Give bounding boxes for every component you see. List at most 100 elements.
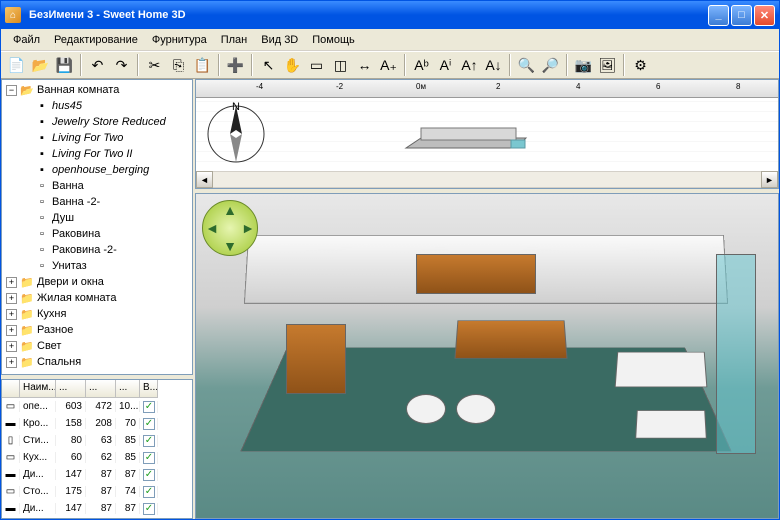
expand-icon[interactable]: + — [6, 325, 17, 336]
table-row[interactable]: ▬Кро...15820870✓ — [2, 415, 192, 432]
view-3d[interactable]: ▲ ◄ ► ▼ — [195, 193, 779, 519]
expand-icon[interactable]: + — [6, 341, 17, 352]
checkbox-icon[interactable]: ✓ — [143, 486, 155, 498]
paste-icon[interactable]: 📋 — [191, 54, 214, 77]
save-icon[interactable]: 💾 — [53, 54, 76, 77]
maximize-button[interactable]: □ — [731, 5, 752, 26]
camera-icon[interactable]: 📷 — [572, 54, 595, 77]
scroll-track[interactable] — [213, 171, 761, 188]
zoom-in-icon[interactable]: 🔍 — [515, 54, 538, 77]
checkbox-icon[interactable]: ✓ — [143, 401, 155, 413]
view-3d-canvas[interactable] — [196, 194, 778, 518]
tree-item[interactable]: ▪Living For Two II — [4, 146, 190, 162]
pointer-icon[interactable]: ↖ — [257, 54, 280, 77]
menu-file[interactable]: Файл — [7, 32, 46, 48]
nav-left-icon[interactable]: ◄ — [203, 219, 221, 237]
wall-icon[interactable]: ▭ — [305, 54, 328, 77]
table-row[interactable]: ▯Сти...806385✓ — [2, 432, 192, 449]
table-row[interactable]: ▬Ди...1478787✓ — [2, 500, 192, 517]
tree-item[interactable]: ▪openhouse_berging — [4, 162, 190, 178]
font-bold-icon[interactable]: Aᵇ — [410, 54, 433, 77]
titlebar[interactable]: ⌂ БезИмени 3 - Sweet Home 3D _ □ ✕ — [1, 1, 779, 29]
tree-category[interactable]: +📁Двери и окна — [4, 274, 190, 290]
col-name[interactable]: Наим... — [20, 380, 56, 398]
table-row[interactable]: ▭опе...60347210...✓ — [2, 398, 192, 415]
tree-item[interactable]: ▫Душ — [4, 210, 190, 226]
minimize-button[interactable]: _ — [708, 5, 729, 26]
menu-edit[interactable]: Редактирование — [48, 32, 144, 48]
tree-category-label: Кухня — [37, 308, 66, 320]
nav-right-icon[interactable]: ► — [239, 219, 257, 237]
tree-category[interactable]: +📁Спальня — [4, 354, 190, 370]
font-increase-icon[interactable]: A↑ — [458, 54, 481, 77]
furniture-tree[interactable]: −📂Ванная комната▪hus45▪Jewelry Store Red… — [1, 79, 193, 375]
tree-item[interactable]: ▪Jewelry Store Reduced — [4, 114, 190, 130]
cell-visible[interactable]: ✓ — [140, 435, 158, 447]
tree-item[interactable]: ▫Раковина — [4, 226, 190, 242]
checkbox-icon[interactable]: ✓ — [143, 418, 155, 430]
plan-view[interactable]: -4 -2 0м 2 4 6 8 N — [195, 79, 779, 189]
cell-visible[interactable]: ✓ — [140, 452, 158, 464]
table-row[interactable]: ▭Сто...1758774✓ — [2, 483, 192, 500]
table-row[interactable]: ▭Кух...606285✓ — [2, 449, 192, 466]
col-vis[interactable]: В... — [140, 380, 158, 398]
expand-icon[interactable]: + — [6, 293, 17, 304]
redo-icon[interactable]: ↷ — [110, 54, 133, 77]
plan-canvas[interactable]: N — [196, 98, 778, 171]
tree-item[interactable]: ▫Унитаз — [4, 258, 190, 274]
expand-icon[interactable]: + — [6, 357, 17, 368]
tree-category[interactable]: +📁Кухня — [4, 306, 190, 322]
text-icon[interactable]: A₊ — [377, 54, 400, 77]
checkbox-icon[interactable]: ✓ — [143, 503, 155, 515]
add-furniture-icon[interactable]: ➕ — [224, 54, 247, 77]
scroll-right-icon[interactable]: ► — [761, 171, 778, 188]
tree-item[interactable]: ▫Раковина -2- — [4, 242, 190, 258]
font-decrease-icon[interactable]: A↓ — [482, 54, 505, 77]
plan-scrollbar[interactable]: ◄ ► — [196, 171, 778, 188]
scroll-left-icon[interactable]: ◄ — [196, 171, 213, 188]
tree-item[interactable]: ▫Ванна — [4, 178, 190, 194]
checkbox-icon[interactable]: ✓ — [143, 435, 155, 447]
menu-help[interactable]: Помощь — [306, 32, 361, 48]
expand-icon[interactable]: + — [6, 277, 17, 288]
checkbox-icon[interactable]: ✓ — [143, 469, 155, 481]
tree-item[interactable]: ▪Living For Two — [4, 130, 190, 146]
col-h[interactable]: ... — [116, 380, 140, 398]
tree-category[interactable]: +📁Разное — [4, 322, 190, 338]
tree-item[interactable]: ▫Ванна -2- — [4, 194, 190, 210]
nav-down-icon[interactable]: ▼ — [221, 237, 239, 255]
tree-category[interactable]: +📁Свет — [4, 338, 190, 354]
cell-visible[interactable]: ✓ — [140, 401, 158, 413]
pan-icon[interactable]: ✋ — [281, 54, 304, 77]
undo-icon[interactable]: ↶ — [86, 54, 109, 77]
tree-category[interactable]: +📁Жилая комната — [4, 290, 190, 306]
cell-visible[interactable]: ✓ — [140, 503, 158, 515]
expand-icon[interactable]: + — [6, 309, 17, 320]
copy-icon[interactable]: ⎘ — [167, 54, 190, 77]
checkbox-icon[interactable]: ✓ — [143, 452, 155, 464]
col-w[interactable]: ... — [56, 380, 86, 398]
zoom-out-icon[interactable]: 🔎 — [539, 54, 562, 77]
tree-root[interactable]: −📂Ванная комната — [4, 82, 190, 98]
menu-furniture[interactable]: Фурнитура — [146, 32, 213, 48]
photo-icon[interactable]: 🖼 — [596, 54, 619, 77]
menu-view3d[interactable]: Вид 3D — [255, 32, 304, 48]
menu-plan[interactable]: План — [215, 32, 254, 48]
close-button[interactable]: ✕ — [754, 5, 775, 26]
cell-visible[interactable]: ✓ — [140, 486, 158, 498]
font-italic-icon[interactable]: Aⁱ — [434, 54, 457, 77]
table-row[interactable]: ▬Ди...1478787✓ — [2, 466, 192, 483]
cut-icon[interactable]: ✂ — [143, 54, 166, 77]
open-file-icon[interactable]: 📂 — [29, 54, 52, 77]
cell-visible[interactable]: ✓ — [140, 418, 158, 430]
preferences-icon[interactable]: ⚙ — [629, 54, 652, 77]
collapse-icon[interactable]: − — [6, 85, 17, 96]
col-d[interactable]: ... — [86, 380, 116, 398]
cell-visible[interactable]: ✓ — [140, 469, 158, 481]
dimension-icon[interactable]: ↔ — [353, 54, 376, 77]
room-icon[interactable]: ◫ — [329, 54, 352, 77]
tree-item[interactable]: ▪hus45 — [4, 98, 190, 114]
tree-category-label: Жилая комната — [37, 292, 116, 304]
new-file-icon[interactable]: 📄 — [5, 54, 28, 77]
nav-up-icon[interactable]: ▲ — [221, 201, 239, 219]
